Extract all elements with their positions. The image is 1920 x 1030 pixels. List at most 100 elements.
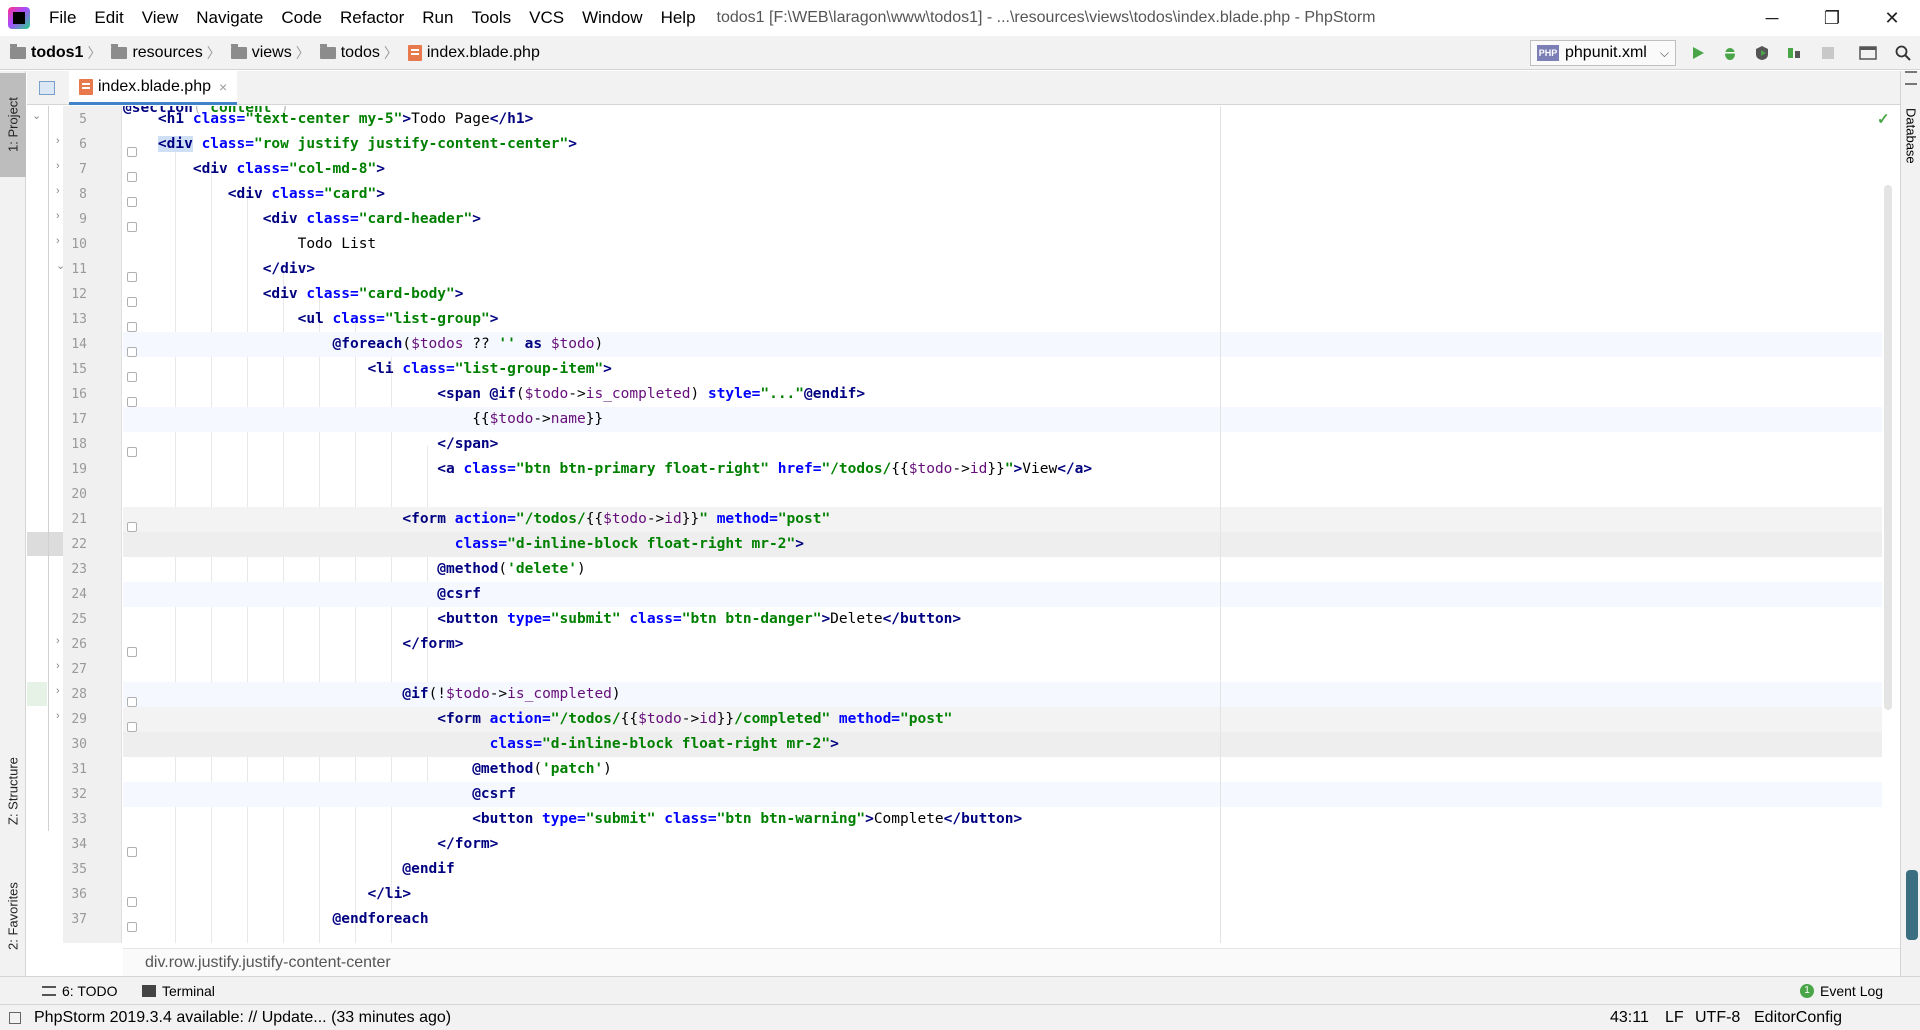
chevron-right-icon[interactable]: ›: [56, 711, 66, 722]
favorites-tool-tab[interactable]: 2: Favorites: [0, 861, 26, 971]
project-tool-tab[interactable]: 1: Project: [0, 73, 26, 177]
event-log-tool-tab[interactable]: 1 Event Log: [1800, 977, 1883, 1005]
scroll-indicator[interactable]: [1906, 870, 1918, 940]
code-line-16: <span @if($todo->is_completed) style="..…: [437, 386, 866, 402]
chevron-down-icon[interactable]: ⌄: [56, 261, 66, 272]
fold-marker[interactable]: [127, 322, 137, 332]
line-number: 37: [71, 912, 87, 927]
structure-tool-tab[interactable]: Z: Structure: [0, 736, 26, 846]
code-line-31: @method('patch'): [472, 761, 612, 777]
line-number: 27: [71, 662, 87, 677]
minimize-button[interactable]: ─: [1744, 0, 1800, 36]
fold-marker[interactable]: [127, 922, 137, 932]
line-number: 33: [71, 812, 87, 827]
menu-vcs[interactable]: VCS: [520, 0, 573, 36]
chevron-right-icon[interactable]: ›: [56, 636, 66, 647]
code-line-36: </li>: [367, 886, 412, 902]
chevron-right-icon[interactable]: ›: [56, 211, 66, 222]
crumb-resources[interactable]: resources: [101, 36, 206, 70]
close-window-button[interactable]: ✕: [1864, 0, 1920, 36]
terminal-tool-tab[interactable]: Terminal: [142, 977, 215, 1005]
todo-tool-tab[interactable]: 6: TODO: [42, 977, 118, 1005]
fold-marker[interactable]: [127, 222, 137, 232]
fold-marker[interactable]: [127, 397, 137, 407]
left-tool-strip: 1: Project Z: Structure 2: Favorites: [0, 71, 26, 976]
chevron-down-icon[interactable]: ⌄: [32, 111, 42, 122]
line-number: 19: [71, 462, 87, 477]
crumb-project[interactable]: todos1: [0, 36, 87, 70]
folder-icon: [230, 43, 247, 59]
vertical-scrollbar[interactable]: [1884, 185, 1892, 710]
caret-position[interactable]: 43:11: [1610, 1005, 1649, 1030]
crumb-todos[interactable]: todos: [310, 36, 384, 70]
profile-icon[interactable]: [1784, 43, 1804, 63]
chevron-right-icon[interactable]: ›: [56, 686, 66, 697]
status-message[interactable]: PhpStorm 2019.3.4 available: // Update..…: [34, 1005, 451, 1030]
line-number: 30: [71, 737, 87, 752]
menu-view[interactable]: View: [133, 0, 188, 36]
menu-run[interactable]: Run: [413, 0, 462, 36]
favorites-tab-label: 2: Favorites: [5, 882, 21, 950]
chevron-right-icon: 〉: [87, 44, 102, 61]
menu-edit[interactable]: Edit: [85, 0, 132, 36]
list-icon: [42, 986, 56, 996]
structure-tab-label: Z: Structure: [5, 757, 21, 825]
chevron-right-icon[interactable]: ›: [56, 136, 66, 147]
code-line-13: <ul class="list-group">: [297, 311, 499, 327]
run-icon[interactable]: [1688, 43, 1708, 63]
fold-marker[interactable]: [127, 722, 137, 732]
fold-marker[interactable]: [127, 297, 137, 307]
stop-icon[interactable]: [1818, 43, 1838, 63]
fold-marker[interactable]: [127, 347, 137, 357]
menu-window[interactable]: Window: [573, 0, 651, 36]
menu-navigate[interactable]: Navigate: [187, 0, 272, 36]
crumb-file[interactable]: index.blade.php: [398, 36, 544, 70]
chevron-right-icon[interactable]: ›: [56, 661, 66, 672]
menu-code[interactable]: Code: [272, 0, 331, 36]
code-line-33: <button type="submit" class="btn btn-war…: [472, 811, 1023, 827]
line-number: 36: [71, 887, 87, 902]
menu-help[interactable]: Help: [652, 0, 705, 36]
menu-file[interactable]: File: [40, 0, 85, 36]
fold-marker[interactable]: [127, 372, 137, 382]
crumb-views[interactable]: views: [221, 36, 296, 70]
database-tool-tab[interactable]: Database: [1901, 101, 1920, 171]
project-structure-icon[interactable]: [1858, 43, 1878, 63]
debug-icon[interactable]: [1720, 43, 1740, 63]
menu-refactor[interactable]: Refactor: [331, 0, 413, 36]
chevron-right-icon[interactable]: ›: [56, 186, 66, 197]
code-line-23: @method('delete'): [437, 561, 586, 577]
fold-marker[interactable]: [127, 697, 137, 707]
chevron-right-icon[interactable]: ›: [56, 161, 66, 172]
checkmark-icon[interactable]: ✓: [1877, 110, 1890, 128]
chevron-right-icon[interactable]: ›: [56, 236, 66, 247]
fold-marker[interactable]: [127, 897, 137, 907]
fold-marker[interactable]: [127, 647, 137, 657]
fold-marker[interactable]: [127, 147, 137, 157]
fold-marker[interactable]: [127, 172, 137, 182]
fold-marker[interactable]: [127, 847, 137, 857]
editor-breadcrumb[interactable]: div.row.justify.justify-content-center: [123, 948, 1900, 976]
menu-tools[interactable]: Tools: [462, 0, 520, 36]
fold-marker[interactable]: [127, 197, 137, 207]
line-number: 35: [71, 862, 87, 877]
search-icon[interactable]: [1893, 43, 1913, 63]
code-editor[interactable]: @section('content') <h1 class="text-cent…: [123, 106, 1883, 943]
line-separator[interactable]: LF: [1665, 1005, 1684, 1030]
restore-button[interactable]: ❐: [1804, 0, 1860, 36]
fold-marker[interactable]: [127, 272, 137, 282]
file-encoding[interactable]: UTF-8: [1695, 1005, 1740, 1030]
coverage-icon[interactable]: [1752, 43, 1772, 63]
close-tab-icon[interactable]: ×: [219, 79, 227, 95]
code-line-32: @csrf: [123, 782, 1883, 807]
bottom-tool-tabs: 6: TODO Terminal 1 Event Log: [0, 976, 1920, 1004]
editorconfig-indicator[interactable]: EditorConfig: [1754, 1005, 1842, 1030]
line-number: 34: [71, 837, 87, 852]
toggle-tool-windows-icon[interactable]: [9, 1012, 21, 1024]
project-tab-label: 1: Project: [5, 97, 21, 153]
toggle-sidebar-icon[interactable]: [39, 81, 55, 95]
tab-index-blade[interactable]: index.blade.php ×: [69, 71, 238, 105]
fold-marker[interactable]: [127, 447, 137, 457]
fold-marker[interactable]: [127, 522, 137, 532]
run-configuration-select[interactable]: PHP phpunit.xml ⌵: [1530, 40, 1676, 66]
